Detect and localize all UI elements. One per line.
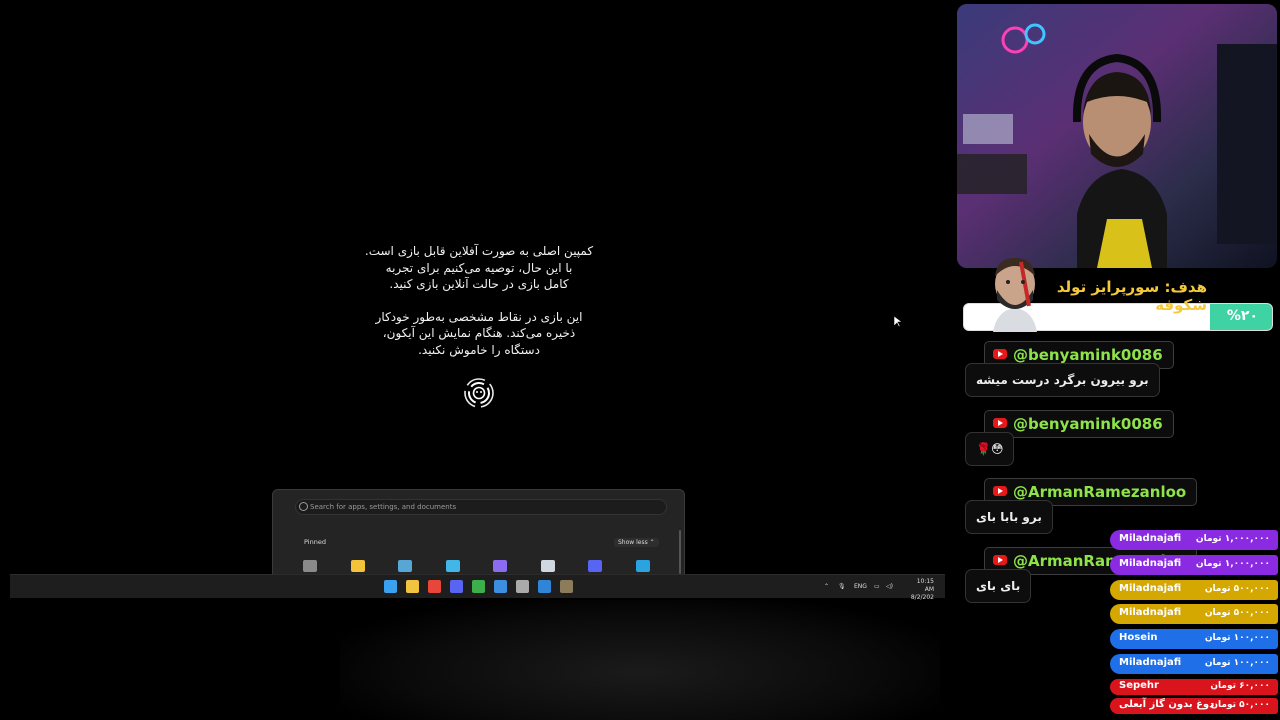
donor-name: Miladnajafi bbox=[1119, 557, 1182, 569]
taskbar: ⌃ 🎙 ENG ▭ ◁) 10:15 AM 8/2/202 bbox=[10, 574, 945, 601]
youtube-icon bbox=[993, 418, 1007, 428]
goal-title: هدف: سورپرایز تولد شکوفه bbox=[1056, 278, 1207, 314]
obs-icon[interactable] bbox=[516, 580, 529, 593]
file-explorer-icon[interactable] bbox=[406, 580, 419, 593]
donation-row: Hosein ۱۰۰,۰۰۰ تومان bbox=[1110, 629, 1278, 650]
swirl-save-icon bbox=[464, 378, 494, 408]
microphone-icon[interactable]: 🎙 bbox=[838, 583, 846, 590]
folder-icon[interactable] bbox=[350, 560, 365, 572]
app-icon[interactable] bbox=[398, 560, 412, 572]
show-less-button[interactable]: Show less ⌃ bbox=[614, 538, 659, 547]
start-menu: Pinned Show less ⌃ bbox=[272, 489, 685, 575]
webcam-feed bbox=[957, 4, 1277, 268]
mail-icon[interactable] bbox=[538, 580, 551, 593]
start-menu-scrollbar[interactable] bbox=[679, 530, 681, 574]
donation-goal-widget: %۲۰ هدف: سورپرایز تولد شکوفه bbox=[963, 250, 1273, 334]
chrome-icon[interactable] bbox=[428, 580, 441, 593]
clock[interactable]: 10:15 AM 8/2/202 bbox=[906, 578, 934, 602]
donation-amount: ۵۰۰,۰۰۰ تومان bbox=[1204, 583, 1270, 594]
chat-text: بای بای bbox=[965, 569, 1032, 603]
clock-time: 10:15 AM bbox=[916, 578, 934, 593]
donor-name: Hosein bbox=[1119, 632, 1158, 644]
donation-amount: ۱,۰۰۰,۰۰۰ تومان bbox=[1195, 558, 1270, 569]
start-search-input[interactable] bbox=[310, 501, 660, 513]
notice-line: دستگاه را خاموش نکنید. bbox=[418, 342, 540, 357]
steam-icon[interactable] bbox=[540, 560, 555, 572]
donation-amount: ۱۰۰,۰۰۰ تومان bbox=[1204, 633, 1270, 644]
donor-name: Miladnajafi bbox=[1119, 582, 1182, 594]
donation-row: Sepehr ۶۰,۰۰۰ تومان bbox=[1110, 678, 1278, 695]
notice-line: ذخیره می‌کند. هنگام نمایش این آیکون، bbox=[382, 326, 576, 340]
chat-author-name: @ArmanRamezanloo bbox=[1013, 483, 1187, 501]
start-search-box[interactable] bbox=[295, 499, 667, 515]
donation-row: Miladnajafi ۱,۰۰۰,۰۰۰ تومان bbox=[1110, 530, 1278, 550]
donation-amount: ۱,۰۰۰,۰۰۰ تومان bbox=[1195, 534, 1270, 544]
donation-row: Miladnajafi ۱۰۰,۰۰۰ تومان bbox=[1110, 653, 1278, 674]
donation-row: Miladnajafi ۵۰۰,۰۰۰ تومان bbox=[1110, 604, 1278, 625]
chat-author-name: @benyamink0086 bbox=[1013, 346, 1163, 364]
donation-amount: ۶۰,۰۰۰ تومان bbox=[1210, 680, 1270, 691]
notice-line: این بازی در نقاط مشخصی به‌طور خودکار bbox=[375, 309, 583, 324]
donation-amount: ۵۰,۰۰۰ تومان bbox=[1210, 699, 1270, 710]
notice-line: کامل بازی در حالت آنلاین بازی کنید. bbox=[389, 277, 569, 291]
pinned-heading: Pinned bbox=[304, 538, 326, 546]
donor-name: Miladnajafi bbox=[1119, 607, 1182, 619]
streamer-image bbox=[957, 4, 1277, 268]
telegram-icon[interactable] bbox=[635, 560, 650, 572]
donation-list: Miladnajafi ۱,۰۰۰,۰۰۰ تومان Miladnajafi ۱,۰… bbox=[1110, 530, 1278, 717]
notice-line: با این حال، توصیه می‌کنیم برای تجربه bbox=[385, 260, 573, 275]
xbox-icon[interactable] bbox=[472, 580, 485, 593]
game-offline-notice: کمپین اصلی به صورت آفلاین قابل بازی است.… bbox=[330, 243, 628, 358]
chat-text: 😳🌹 bbox=[965, 432, 1015, 466]
chat-text: برو بابا بای bbox=[965, 500, 1053, 534]
donation-row: Miladnajafi ۵۰۰,۰۰۰ تومان bbox=[1110, 579, 1278, 600]
donor-name: Sepehr bbox=[1119, 679, 1159, 691]
donor-name: Miladnajafi bbox=[1119, 533, 1182, 544]
blurred-reflection bbox=[340, 600, 940, 720]
discord-icon[interactable] bbox=[588, 560, 602, 572]
mouse-cursor-icon bbox=[894, 316, 902, 328]
taskbar-apps bbox=[384, 579, 580, 595]
language-indicator[interactable]: ENG bbox=[854, 583, 867, 590]
discord-icon[interactable] bbox=[450, 580, 463, 593]
game-icon[interactable] bbox=[560, 580, 573, 593]
windows-start-icon[interactable] bbox=[384, 580, 397, 593]
youtube-icon bbox=[993, 555, 1007, 565]
youtube-icon bbox=[993, 349, 1007, 359]
app-icon[interactable] bbox=[493, 560, 507, 572]
donor-name: دوغ بدون گاز آبعلی bbox=[1119, 698, 1215, 710]
search-icon bbox=[299, 502, 308, 511]
donation-row: Miladnajafi ۱,۰۰۰,۰۰۰ تومان bbox=[1110, 554, 1278, 575]
monitor-icon[interactable] bbox=[445, 560, 460, 572]
notice-line: کمپین اصلی به صورت آفلاین قابل بازی است. bbox=[364, 244, 594, 258]
donation-amount: ۵۰۰,۰۰۰ تومان bbox=[1204, 608, 1270, 619]
notice-paragraph-2: این بازی در نقاط مشخصی به‌طور خودکار ذخی… bbox=[330, 309, 628, 359]
goal-percent: %۲۰ bbox=[1226, 308, 1258, 324]
youtube-icon bbox=[993, 486, 1007, 496]
chat-text: برو بیرون برگرد درست میشه bbox=[965, 363, 1160, 397]
chat-author-name: @benyamink0086 bbox=[1013, 415, 1163, 433]
donation-amount: ۱۰۰,۰۰۰ تومان bbox=[1204, 657, 1270, 668]
network-icon[interactable]: ▭ bbox=[874, 583, 880, 590]
donor-name: Miladnajafi bbox=[1119, 656, 1182, 668]
volume-icon[interactable]: ◁) bbox=[886, 583, 893, 590]
donation-row: دوغ بدون گاز آبعلی ۵۰,۰۰۰ تومان bbox=[1110, 697, 1278, 714]
chevron-up-icon[interactable]: ⌃ bbox=[824, 583, 829, 590]
settings-icon[interactable] bbox=[303, 560, 317, 572]
app-icon[interactable] bbox=[494, 580, 507, 593]
notice-paragraph-1: کمپین اصلی به صورت آفلاین قابل بازی است.… bbox=[330, 243, 628, 293]
